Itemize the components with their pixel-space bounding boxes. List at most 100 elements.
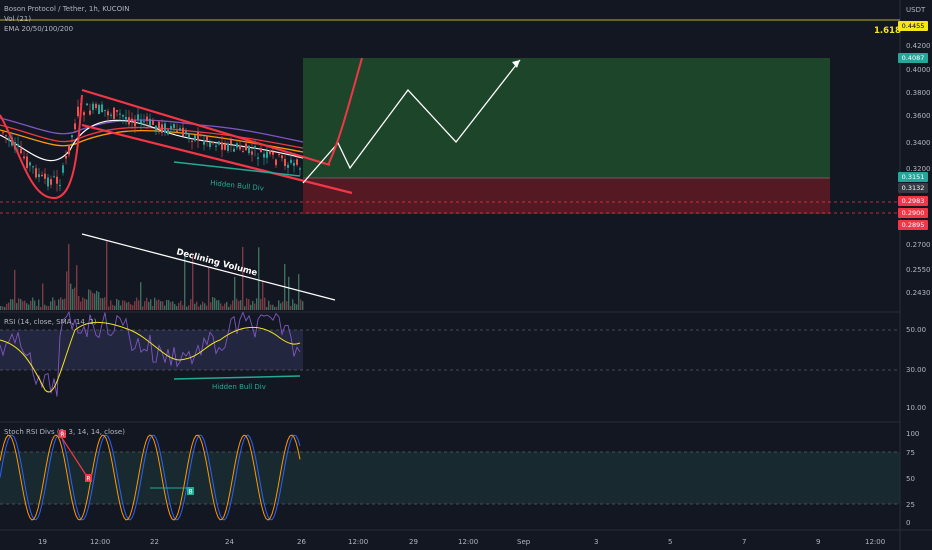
volume-bar: [4, 306, 6, 310]
volume-bar: [12, 299, 14, 310]
volume-bar: [84, 298, 86, 310]
candle-body: [128, 117, 130, 125]
price-tick-0: 0.4200: [906, 42, 931, 50]
candle-body: [284, 158, 286, 166]
volume-bar: [234, 276, 236, 310]
price-badge-target: 0.4087: [898, 53, 928, 63]
volume-bar: [86, 299, 88, 310]
volume-bar: [214, 297, 216, 310]
candle-body: [173, 123, 175, 129]
volume-bar: [48, 306, 50, 310]
vol-indicator-label[interactable]: Vol (21): [4, 15, 31, 23]
volume-bar: [22, 301, 24, 310]
volume-bar: [296, 304, 298, 310]
time-tick-4: 26: [297, 538, 306, 546]
volume-bar: [242, 246, 244, 310]
volume-bar: [238, 300, 240, 310]
candle-body: [101, 104, 103, 113]
volume-bar: [118, 300, 120, 310]
time-tick-3: 24: [225, 538, 234, 546]
volume-bar: [88, 289, 90, 310]
volume-bar: [216, 300, 218, 310]
time-tick-5: 12:00: [348, 538, 368, 546]
volume-bar: [260, 298, 262, 310]
candle-body: [230, 140, 232, 145]
time-tick-6: 29: [409, 538, 418, 546]
rsi-indicator-label[interactable]: RSI (14, close, SMA, 14, 2): [4, 318, 96, 326]
candle-body: [104, 109, 106, 111]
candle-body: [182, 127, 184, 137]
stoch-indicator-label[interactable]: Stoch RSI Divs (3, 3, 14, 14, close): [4, 428, 125, 436]
candle-body: [245, 143, 247, 151]
volume-bar: [298, 274, 300, 310]
rsi-divergence-label: Hidden Bull Div: [212, 383, 266, 391]
volume-bar: [34, 300, 36, 310]
volume-bar: [288, 276, 290, 310]
volume-bar: [258, 247, 260, 310]
candle-body: [62, 165, 64, 173]
volume-bar: [126, 302, 128, 310]
volume-bar: [178, 302, 180, 310]
chart-title[interactable]: Boson Protocol / Tether, 1h, KUCOIN: [4, 5, 129, 13]
candle-body: [206, 136, 208, 141]
volume-bar: [206, 305, 208, 310]
volume-bar: [292, 299, 294, 310]
volume-bar: [268, 300, 270, 310]
volume-bar: [24, 300, 26, 310]
volume-bar: [154, 297, 156, 310]
volume-bar: [130, 304, 132, 310]
candle-body: [119, 113, 121, 115]
candle-body: [242, 150, 244, 153]
volume-bar: [144, 301, 146, 310]
volume-bar: [164, 305, 166, 310]
wedge-upper-line: [81, 88, 331, 167]
target-zone[interactable]: [303, 58, 830, 178]
volume-bar: [128, 301, 130, 310]
price-tick-7: 0.2550: [906, 266, 931, 274]
candle-body: [215, 145, 217, 147]
volume-bar: [26, 303, 28, 310]
volume-bar: [20, 299, 22, 310]
volume-bar: [50, 301, 52, 310]
candle-body: [26, 156, 28, 168]
volume-bar: [0, 305, 2, 310]
volume-bar: [10, 299, 12, 310]
volume-bar: [212, 297, 214, 310]
volume-bar: [228, 306, 230, 310]
stoch-tick-2: 50: [906, 475, 915, 483]
volume-bar: [124, 300, 126, 310]
candle-body: [161, 124, 163, 133]
volume-bar: [30, 300, 32, 310]
stop-zone[interactable]: [303, 178, 830, 214]
chart-canvas[interactable]: Hidden Bull Div Declining Volume Hidden …: [0, 0, 932, 550]
declining-volume-label: Declining Volume: [175, 247, 258, 278]
volume-bar: [160, 301, 162, 310]
candle-body: [149, 118, 151, 126]
rsi-tick-2: 10.00: [906, 404, 926, 412]
volume-bar: [162, 301, 164, 310]
volume-bar: [270, 304, 272, 310]
candle-body: [20, 148, 22, 154]
time-tick-11: 7: [742, 538, 746, 546]
candle-body: [5, 135, 7, 137]
ema-indicator-label[interactable]: EMA 20/50/100/200: [4, 25, 73, 33]
stoch-b-label: B: [188, 489, 192, 496]
candle-body: [86, 103, 88, 106]
candle-body: [233, 148, 235, 152]
volume-bar: [150, 299, 152, 310]
candle-body: [266, 151, 268, 158]
candle-body: [179, 128, 181, 131]
volume-bar: [290, 305, 292, 310]
candle-body: [53, 176, 55, 178]
price-tick-1: 0.4000: [906, 66, 931, 74]
volume-bar: [226, 301, 228, 310]
candle-body: [188, 134, 190, 138]
volume-bar: [300, 299, 302, 310]
candle-body: [200, 134, 202, 136]
volume-bar: [44, 304, 46, 310]
volume-bar: [138, 300, 140, 310]
volume-bar: [210, 302, 212, 310]
candle-body: [2, 132, 4, 134]
volume-bar: [188, 305, 190, 310]
price-tick-4: 0.3400: [906, 139, 931, 147]
